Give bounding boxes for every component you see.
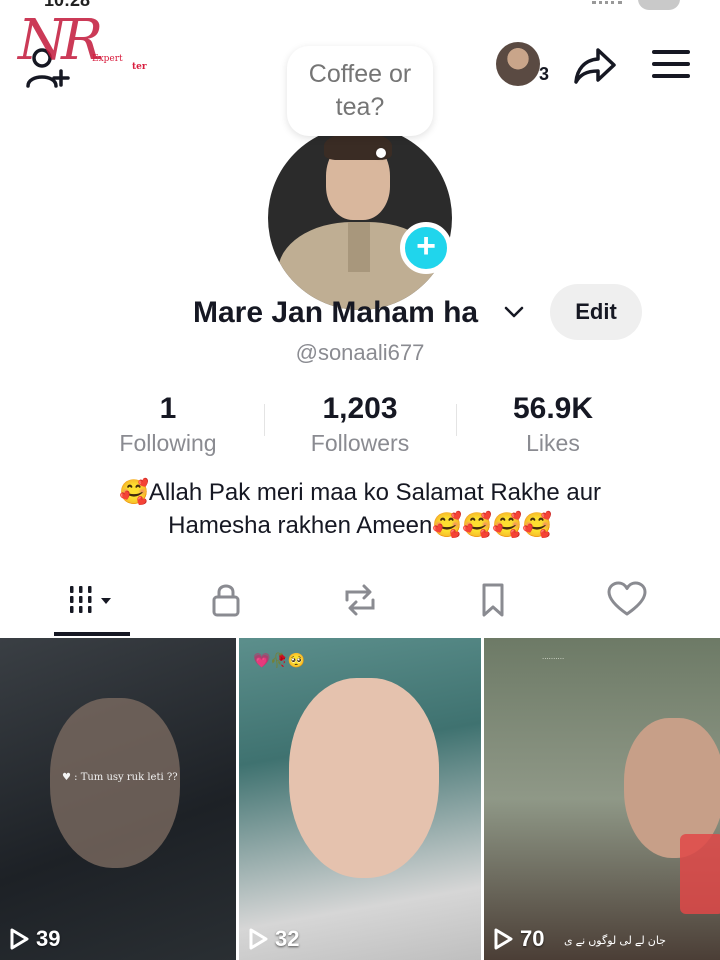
bio-text-2: Hamesha rakhen Ameen [168,512,433,539]
following-label: Following [119,430,217,456]
play-count-value: 32 [275,926,300,951]
menu-icon-line [652,50,690,54]
status-signal [592,0,622,4]
stat-following[interactable]: 1 Following [88,392,248,457]
bio-line-1: 🥰Allah Pak meri maa ko Salamat Rakhe aur [40,476,680,509]
video-thumbnail [289,678,439,878]
avatar-photo [268,126,452,310]
profile-tabs [0,572,720,638]
video-thumbnail [50,698,180,868]
edit-profile-button[interactable]: Edit [550,284,642,340]
friends-button[interactable]: 3 [496,42,556,90]
status-time-fragment: 10:28 [44,0,91,10]
video-caption: جان لے لی لوگوں نے ی [564,935,666,947]
stat-likes[interactable]: 56.9K Likes [473,392,633,457]
likes-label: Likes [526,430,580,456]
name-row: Mare Jan Maham ha Edit [0,284,720,340]
tab-videos[interactable] [54,572,130,632]
stat-divider [456,404,457,436]
play-icon [10,928,29,950]
play-count: 32 [247,926,299,952]
profile-avatar[interactable]: + [268,126,452,310]
heart-icon [607,581,647,616]
tab-favorites[interactable] [453,572,533,632]
note-text-line-1: Coffee or [308,60,412,88]
tab-liked[interactable] [587,572,667,632]
watermark-text-2: ter [132,62,147,72]
play-count: 70 [492,926,544,952]
share-button[interactable] [572,46,618,86]
menu-button[interactable] [652,50,690,80]
video-tile[interactable]: ♥ : Tum usy ruk leti ?? 39 [0,638,236,960]
play-icon [494,928,513,950]
note-bubble[interactable]: Coffee or tea? [287,46,433,136]
tab-reposts[interactable] [320,572,400,632]
play-count: 39 [8,926,60,952]
play-count-value: 39 [36,926,61,951]
video-tile[interactable]: 💗🥀🥺 32 [239,638,481,960]
following-count: 1 [159,392,177,425]
avatar-collar [348,222,370,272]
followers-label: Followers [310,430,410,456]
friends-count: 3 [539,64,550,84]
bookmark-icon [482,583,504,617]
bio-emoji: 🥰 [118,479,149,506]
bio-line-2: Hamesha rakhen Ameen🥰🥰🥰🥰 [40,509,680,542]
repost-icon [345,584,375,616]
menu-icon-line [652,62,690,66]
profile-stats: 1 Following 1,203 Followers 56.9K Likes [0,392,720,456]
profile-bio: 🥰Allah Pak meri maa ko Salamat Rakhe aur… [40,476,680,542]
video-caption: 💗🥀🥺 [253,652,306,668]
add-friend-button[interactable] [24,44,74,94]
stat-divider [264,404,265,436]
note-bubble-tail [376,148,386,158]
bio-emoji: 🥰🥰🥰🥰 [432,512,552,539]
username: @sonaali677 [295,340,425,365]
display-name[interactable]: Mare Jan Maham ha [193,296,478,330]
friend-avatar [496,42,540,86]
stat-followers[interactable]: 1,203 Followers [280,392,440,457]
chevron-down-icon[interactable] [502,300,526,324]
active-tab-indicator [54,632,130,636]
lock-icon [212,584,240,617]
add-user-icon [26,48,70,88]
followers-count: 1,203 [322,392,398,425]
bio-text-1: Allah Pak meri maa ko Salamat Rakhe aur [148,479,602,506]
video-caption: ♥ : Tum usy ruk leti ?? [62,772,178,783]
note-text-line-2: tea? [335,93,385,121]
add-story-button[interactable]: + [400,222,452,274]
video-grid: ♥ : Tum usy ruk leti ?? 39 💗🥀🥺 32 ......… [0,638,720,960]
play-count-value: 70 [520,926,545,951]
menu-icon-line [652,74,690,78]
status-battery [638,0,680,10]
video-overlay-dots: .......... [542,652,565,661]
watermark-text-1: Expert [92,54,123,64]
likes-count: 56.9K [512,392,594,425]
video-thumbnail-phone [680,834,720,914]
video-tile[interactable]: .......... جان لے لی لوگوں نے ی 70 [484,638,720,960]
tab-private[interactable] [186,572,266,632]
grid-icon [70,586,111,613]
play-icon [249,928,268,950]
share-icon [574,48,616,84]
